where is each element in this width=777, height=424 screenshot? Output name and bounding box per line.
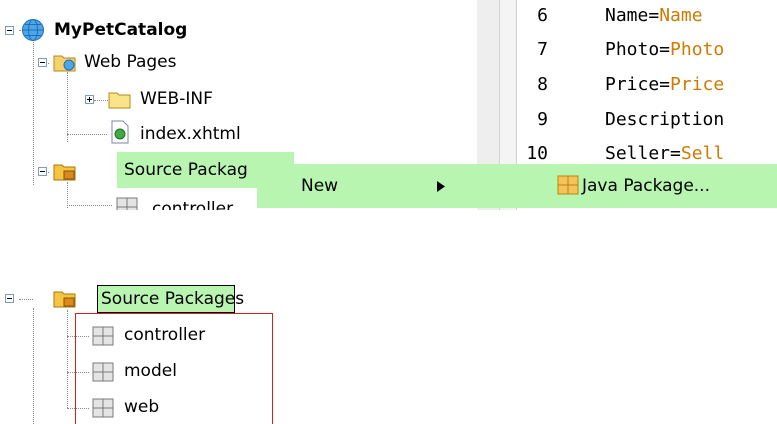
package-icon — [116, 197, 138, 210]
tree-guide-line — [33, 308, 34, 424]
code-key: Name= — [605, 5, 660, 26]
code-key: Description — [605, 109, 725, 130]
tree-item-controller-partial[interactable]: controller — [152, 198, 233, 210]
tree-item-source-packages[interactable]: Source Packages — [101, 288, 244, 310]
java-package-icon — [557, 175, 579, 195]
collapse-toggle[interactable] — [38, 58, 47, 67]
line-number: 8 — [537, 74, 548, 95]
code-text: Price=Price — [605, 71, 724, 99]
tree-item-web-pages[interactable]: Web Pages — [84, 51, 176, 73]
line-number: 7 — [537, 39, 548, 60]
web-folder-icon — [53, 55, 76, 72]
source-folder-icon — [53, 291, 76, 308]
tree-guide-line — [94, 100, 108, 101]
expand-toggle[interactable] — [85, 95, 94, 104]
context-menu-new[interactable]: New — [257, 164, 520, 208]
xhtml-file-icon — [111, 120, 129, 144]
code-value: Price — [670, 74, 725, 95]
tree-item-index-file[interactable]: index.xhtml — [140, 123, 241, 145]
collapse-toggle[interactable] — [5, 26, 14, 35]
globe-icon — [22, 19, 44, 41]
tree-guide-line — [67, 205, 112, 206]
folder-icon — [108, 92, 131, 109]
menu-item-java-package[interactable]: Java Package... — [582, 175, 710, 197]
project-name[interactable]: MyPetCatalog — [54, 19, 187, 41]
code-value: Sell — [680, 143, 725, 164]
tree-guide-line — [67, 310, 68, 408]
annotation-highlight-box — [75, 313, 273, 424]
collapse-toggle[interactable] — [38, 167, 47, 176]
code-key: Seller= — [605, 143, 681, 164]
tree-guide-line — [67, 72, 68, 142]
menu-item-new[interactable]: New — [301, 175, 338, 197]
line-number: 6 — [537, 5, 548, 26]
collapse-toggle[interactable] — [5, 294, 14, 303]
submenu[interactable]: Java Package... — [519, 164, 777, 208]
code-text: Description — [605, 106, 724, 134]
tree-guide-line — [19, 299, 33, 300]
tree-item-source-packages[interactable]: Source Packag — [124, 159, 248, 181]
code-text: Name=Name — [605, 2, 703, 30]
code-text: Photo=Photo — [605, 36, 724, 64]
code-value: Photo — [670, 39, 725, 60]
code-key: Photo= — [605, 39, 671, 60]
submenu-arrow-icon — [437, 181, 445, 192]
tree-item-web-inf[interactable]: WEB-INF — [140, 88, 213, 110]
code-value: Name — [659, 5, 703, 26]
tree-item-partial: controller — [112, 193, 272, 210]
tree-guide-line — [33, 40, 34, 185]
tree-guide-line — [67, 134, 107, 135]
code-key: Price= — [605, 74, 671, 95]
source-folder-icon — [53, 164, 76, 181]
line-number: 9 — [537, 109, 548, 130]
